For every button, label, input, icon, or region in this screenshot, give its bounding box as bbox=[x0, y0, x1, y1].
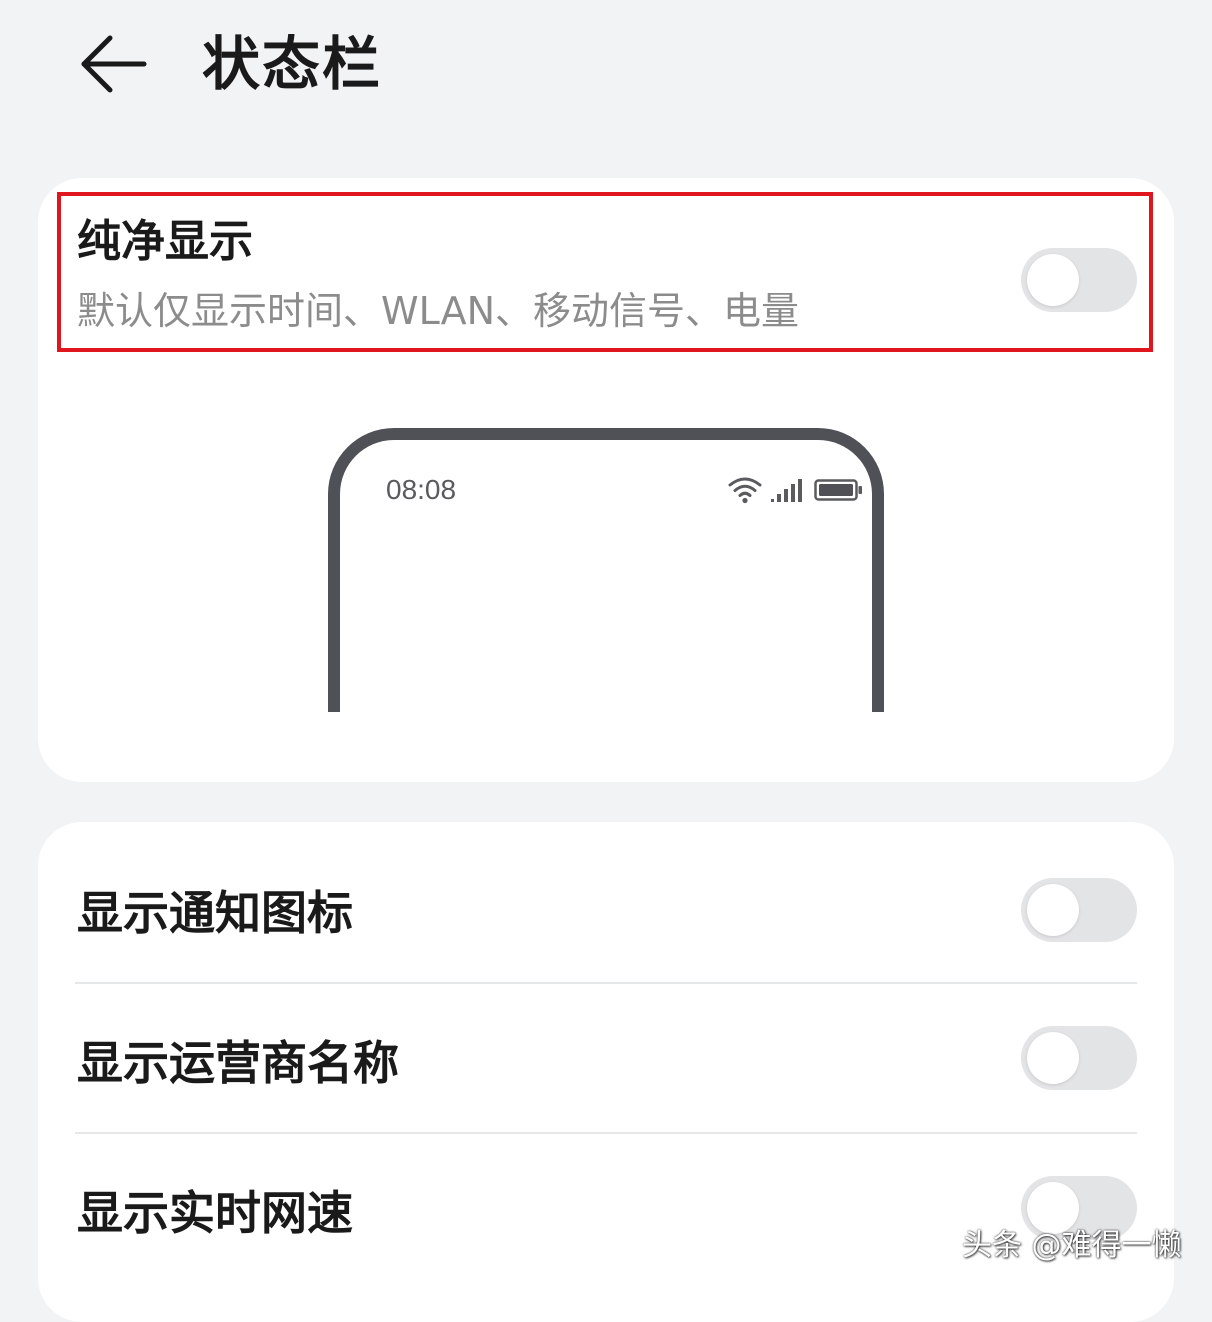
phone-frame bbox=[328, 428, 884, 712]
carrier-name-toggle[interactable] bbox=[1021, 1026, 1137, 1090]
setting-row-carrier-name[interactable]: 显示运营商名称 bbox=[38, 982, 1174, 1132]
clean-display-subtitle: 默认仅显示时间、WLAN、移动信号、电量 bbox=[77, 289, 800, 333]
clean-display-card: 纯净显示 默认仅显示时间、WLAN、移动信号、电量 08:08 bbox=[38, 178, 1174, 782]
signal-icon bbox=[770, 476, 802, 508]
setting-label: 显示通知图标 bbox=[77, 886, 353, 940]
toggle-knob bbox=[1027, 884, 1079, 936]
status-bar-preview: 08:08 bbox=[328, 428, 884, 712]
notification-icons-toggle[interactable] bbox=[1021, 878, 1137, 942]
arrow-left-icon bbox=[72, 28, 152, 100]
back-button[interactable] bbox=[72, 28, 152, 100]
setting-row-notification-icons[interactable]: 显示通知图标 bbox=[38, 832, 1174, 982]
page-title: 状态栏 bbox=[202, 30, 383, 98]
watermark: 头条 @难得一懒 bbox=[962, 1228, 1182, 1263]
toggle-knob bbox=[1027, 254, 1079, 306]
preview-time: 08:08 bbox=[386, 474, 457, 505]
setting-label: 显示实时网速 bbox=[77, 1186, 353, 1240]
clean-display-title: 纯净显示 bbox=[77, 216, 253, 267]
battery-icon bbox=[814, 478, 864, 506]
toggle-knob bbox=[1027, 1032, 1079, 1084]
clean-display-toggle[interactable] bbox=[1021, 248, 1137, 312]
setting-label: 显示运营商名称 bbox=[77, 1036, 399, 1090]
app-header: 状态栏 bbox=[0, 0, 1212, 130]
wifi-icon bbox=[728, 476, 762, 508]
clean-display-row[interactable]: 纯净显示 默认仅显示时间、WLAN、移动信号、电量 bbox=[57, 192, 1153, 352]
